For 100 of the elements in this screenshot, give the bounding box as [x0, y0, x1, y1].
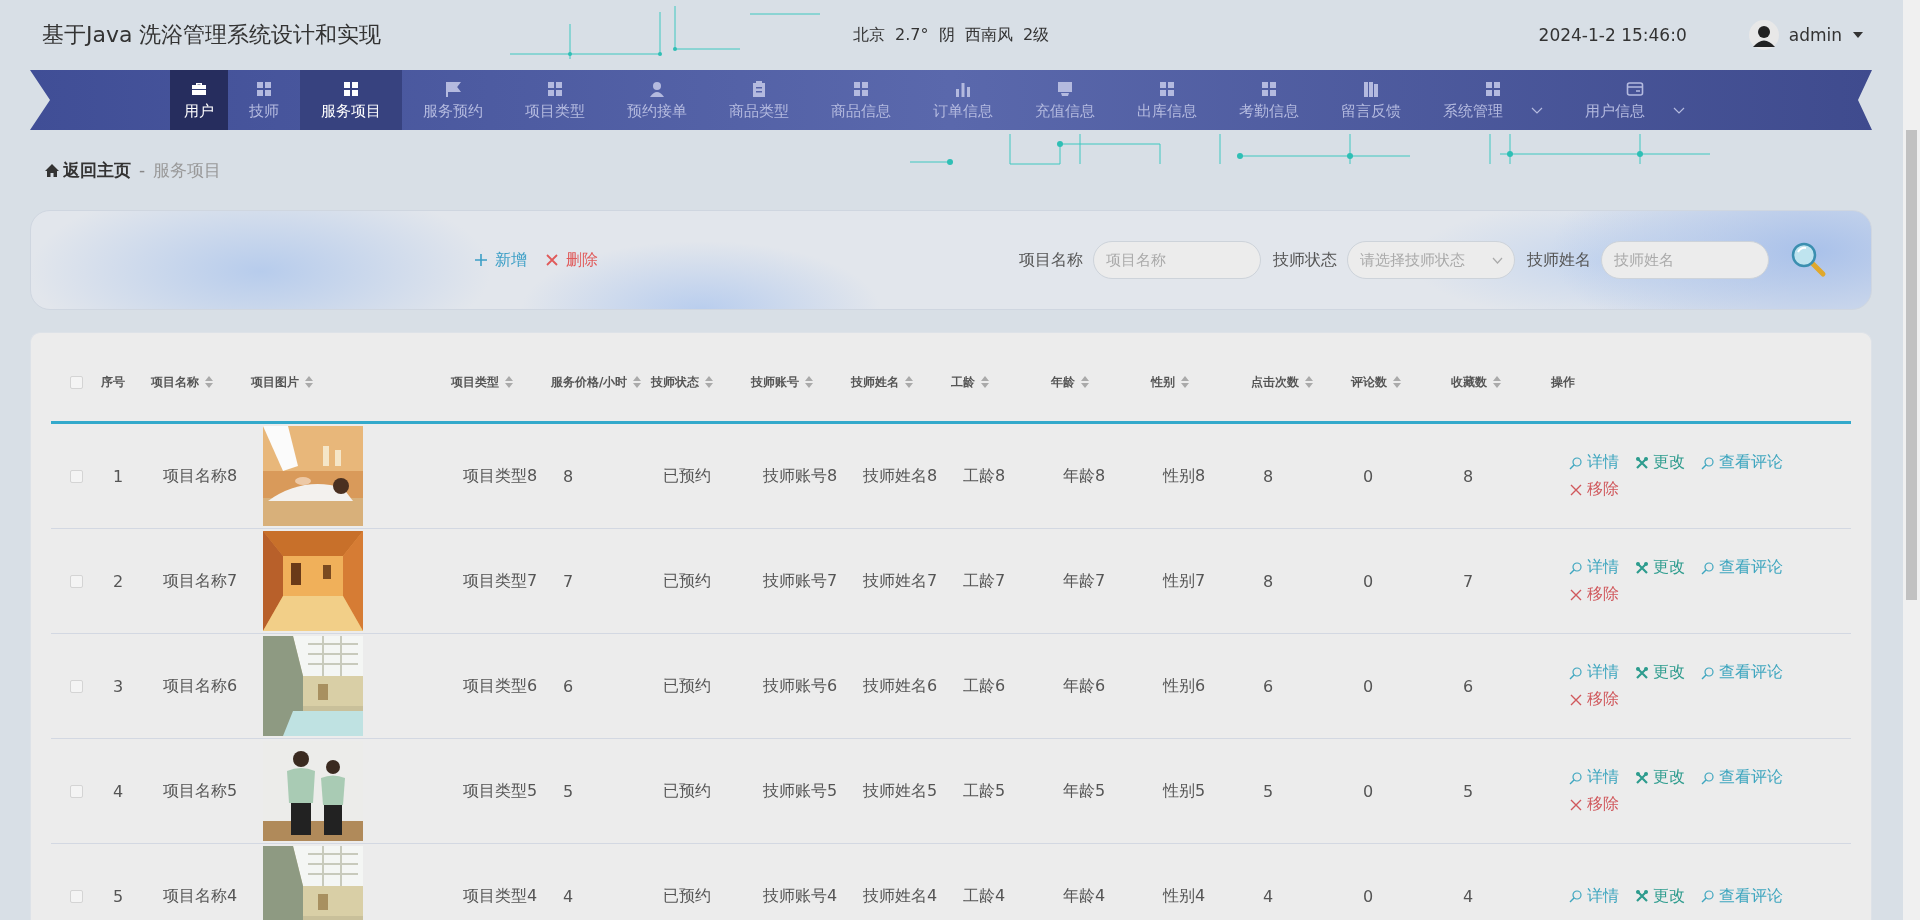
checkbox[interactable] [69, 469, 83, 483]
table-cell-text: 技师姓名6 [862, 675, 939, 697]
table-cell-text: 已预约 [662, 780, 712, 802]
nav-item[interactable]: 商品类型 [708, 70, 810, 130]
magnifier-icon [1569, 889, 1583, 903]
column-header[interactable]: 项目名称 [151, 371, 199, 393]
checkbox[interactable] [69, 889, 83, 903]
column-header[interactable]: 项目图片 [251, 371, 299, 393]
table-cell-text: 工龄5 [962, 780, 1007, 802]
column-header[interactable]: 性别 [1151, 371, 1175, 393]
table-cell-text: 5 [562, 781, 575, 801]
remove-link[interactable]: 移除 [1569, 479, 1619, 500]
column-header[interactable]: 评论数 [1351, 371, 1387, 393]
column-header[interactable]: 点击次数 [1251, 371, 1299, 393]
close-icon [545, 253, 559, 267]
nav-item[interactable]: 订单信息 [912, 70, 1014, 130]
table-cell-text: 技师账号4 [762, 885, 839, 907]
checkbox[interactable] [69, 679, 83, 693]
column-header: 序号 [101, 374, 125, 391]
books-icon [1362, 79, 1380, 98]
table-cell-text: 技师姓名8 [862, 465, 939, 487]
nav-item[interactable]: 技师 [228, 70, 300, 130]
table-cell-text: 项目类型6 [462, 675, 539, 697]
edit-link[interactable]: 更改 [1635, 885, 1685, 907]
input-field[interactable]: 项目名称 [1093, 241, 1261, 279]
column-header[interactable]: 项目类型 [451, 371, 499, 393]
table-cell-text: 项目类型7 [462, 570, 539, 592]
detail-link[interactable]: 详情 [1569, 557, 1619, 578]
nav-item[interactable]: 出库信息 [1116, 70, 1218, 130]
magnifier-icon [1569, 560, 1583, 575]
edit-link[interactable]: 更改 [1635, 452, 1685, 473]
table-cell-text: 性别7 [1161, 570, 1207, 592]
delete-button[interactable]: 删除 [545, 247, 598, 273]
add-button[interactable]: 新增 [474, 247, 527, 273]
detail-link[interactable]: 详情 [1569, 885, 1619, 907]
table-cell-text: 7 [1462, 571, 1475, 591]
grid-icon [255, 79, 273, 98]
clipboard-icon [750, 79, 768, 98]
grid-icon [1158, 79, 1176, 98]
view-comments-link[interactable]: 查看评论 [1701, 557, 1783, 578]
nav-item[interactable]: 服务项目 [300, 70, 402, 130]
nav-item[interactable]: 用户 [170, 70, 228, 130]
nav-item[interactable]: 系统管理 [1422, 70, 1564, 130]
table-cell-text: 1 [112, 466, 125, 486]
table-cell-text: 技师姓名5 [862, 780, 939, 802]
grid-icon [852, 79, 870, 98]
table-cell-text: 8 [1462, 466, 1475, 486]
table-cell-text: 0 [1362, 676, 1375, 696]
nav-item[interactable]: 商品信息 [810, 70, 912, 130]
column-header[interactable]: 技师姓名 [851, 371, 899, 393]
nav-item[interactable]: 服务预约 [402, 70, 504, 130]
view-comments-link[interactable]: 查看评论 [1701, 885, 1783, 907]
edit-link[interactable]: 更改 [1635, 662, 1685, 683]
checkbox[interactable] [69, 574, 83, 588]
remove-link[interactable]: 移除 [1569, 689, 1619, 710]
detail-link[interactable]: 详情 [1569, 662, 1619, 683]
detail-link[interactable]: 详情 [1569, 452, 1619, 473]
column-header[interactable]: 技师账号 [751, 371, 799, 393]
column-header[interactable]: 服务价格/小时 [551, 371, 628, 393]
user-menu[interactable]: admin [1748, 20, 1864, 50]
column-header[interactable]: 技师状态 [651, 371, 699, 393]
nav-item[interactable]: 留言反馈 [1320, 70, 1422, 130]
table-cell-text: 4 [1262, 886, 1275, 906]
home-link[interactable]: 返回主页 [44, 158, 131, 182]
column-header[interactable]: 工龄 [951, 371, 975, 393]
table-cell-text: 项目名称5 [162, 780, 239, 802]
nav-item[interactable]: 充值信息 [1014, 70, 1116, 130]
column-header[interactable]: 收藏数 [1451, 371, 1487, 393]
edit-link[interactable]: 更改 [1635, 557, 1685, 578]
nav-item[interactable]: 预约接单 [606, 70, 708, 130]
magnifier-icon [1569, 665, 1583, 680]
checkbox[interactable] [69, 375, 83, 389]
view-comments-link[interactable]: 查看评论 [1701, 452, 1783, 473]
nav-item[interactable]: 项目类型 [504, 70, 606, 130]
view-comments-link[interactable]: 查看评论 [1701, 662, 1783, 683]
scroll-thumb[interactable] [1906, 130, 1917, 600]
filter-label: 项目名称 [1019, 249, 1083, 271]
checkbox[interactable] [69, 784, 83, 798]
remove-link[interactable]: 移除 [1569, 584, 1619, 605]
table-cell-text: 技师账号6 [762, 675, 839, 697]
nav-item[interactable]: 考勤信息 [1218, 70, 1320, 130]
person-icon [648, 79, 666, 98]
magnifier-icon [1569, 770, 1583, 785]
column-header[interactable]: 年龄 [1051, 371, 1075, 393]
home-icon [44, 162, 60, 178]
input-field[interactable]: 技师姓名 [1601, 241, 1769, 279]
nav-item[interactable]: 用户信息 [1564, 70, 1706, 130]
remove-link[interactable]: 移除 [1569, 794, 1619, 815]
select-field[interactable]: 请选择技师状态 [1347, 241, 1515, 279]
table-cell-text: 8 [1262, 571, 1275, 591]
caret-icon [1852, 31, 1864, 39]
table-cell-text: 技师账号7 [762, 570, 839, 592]
detail-link[interactable]: 详情 [1569, 767, 1619, 788]
edit-link[interactable]: 更改 [1635, 767, 1685, 788]
table-cell-text: 项目名称7 [162, 570, 239, 592]
table-cell-text: 已预约 [662, 465, 712, 487]
tools-icon [1635, 770, 1649, 785]
view-comments-link[interactable]: 查看评论 [1701, 767, 1783, 788]
scrollbar[interactable] [1903, 0, 1920, 920]
close-icon [1569, 482, 1583, 497]
